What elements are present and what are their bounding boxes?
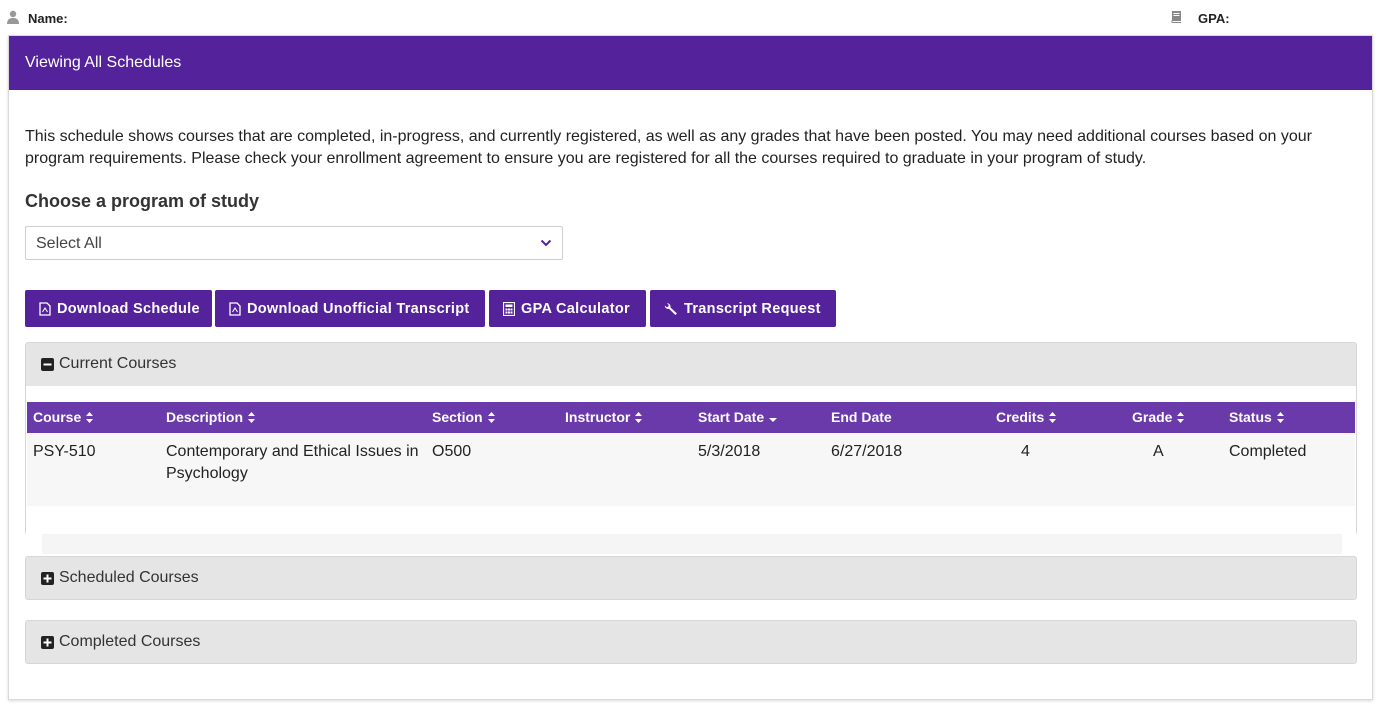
- program-select-value: Select All: [36, 235, 102, 252]
- pdf-icon: [39, 301, 51, 316]
- table-header: Course Description Section Instructor St…: [27, 402, 1355, 433]
- minus-square-icon: [41, 357, 54, 371]
- program-select-label: Choose a program of study: [25, 191, 260, 211]
- sort-icon: [86, 411, 94, 423]
- scheduled-courses-section: Scheduled Courses: [25, 556, 1357, 600]
- col-section[interactable]: Section: [432, 409, 495, 425]
- download-schedule-label: Download Schedule: [57, 300, 200, 317]
- name-label: Name:: [28, 11, 68, 26]
- download-schedule-button[interactable]: Download Schedule: [25, 290, 212, 327]
- current-courses-table: Course Description Section Instructor St…: [26, 385, 1356, 554]
- cell-description: Contemporary and Ethical Issues in Psych…: [166, 443, 419, 482]
- sort-icon: [1049, 411, 1057, 423]
- col-end-date[interactable]: End Date: [831, 409, 892, 425]
- col-start-date[interactable]: Start Date: [698, 409, 778, 425]
- col-course[interactable]: Course: [33, 409, 94, 425]
- cell-grade: A: [1153, 443, 1164, 460]
- schedules-panel: Viewing All Schedules This schedule show…: [8, 35, 1373, 700]
- download-transcript-button[interactable]: Download Unofficial Transcript: [215, 290, 485, 327]
- col-credits[interactable]: Credits: [996, 409, 1057, 425]
- top-bar: Name: GPA:: [0, 0, 1387, 35]
- gpa-label: GPA:: [1198, 11, 1230, 26]
- program-select[interactable]: Select All: [25, 226, 563, 260]
- completed-courses-section: Completed Courses: [25, 620, 1357, 664]
- completed-courses-title: Completed Courses: [59, 633, 201, 650]
- current-courses-title: Current Courses: [59, 355, 177, 372]
- plus-square-icon: [41, 571, 54, 585]
- transcript-request-label: Transcript Request: [684, 300, 821, 317]
- panel-title: Viewing All Schedules: [9, 36, 1372, 90]
- book-icon: [1171, 11, 1181, 23]
- col-status[interactable]: Status: [1229, 409, 1284, 425]
- gpa-calculator-button[interactable]: GPA Calculator: [489, 290, 646, 327]
- cell-credits: 4: [1021, 443, 1030, 460]
- col-grade[interactable]: Grade: [1132, 409, 1185, 425]
- gpa-calculator-label: GPA Calculator: [521, 300, 630, 317]
- download-transcript-label: Download Unofficial Transcript: [247, 300, 470, 317]
- cell-course: PSY-510: [33, 443, 96, 460]
- completed-courses-toggle[interactable]: Completed Courses: [26, 621, 1356, 663]
- scheduled-courses-toggle[interactable]: Scheduled Courses: [26, 557, 1356, 599]
- sort-icon: [487, 411, 495, 423]
- col-description[interactable]: Description: [166, 409, 256, 425]
- col-instructor[interactable]: Instructor: [565, 409, 643, 425]
- row-footer: [42, 534, 1342, 554]
- sort-icon: [1276, 411, 1284, 423]
- chevron-down-icon: [540, 239, 552, 247]
- current-courses-section: Current Courses Course Description Secti…: [25, 342, 1357, 554]
- table-row: PSY-510 Contemporary and Ethical Issues …: [27, 433, 1355, 554]
- plus-square-icon: [41, 635, 54, 649]
- calculator-icon: [503, 301, 515, 316]
- wrench-icon: [664, 302, 677, 315]
- sort-desc-icon: [769, 417, 778, 422]
- cell-status: Completed: [1229, 443, 1307, 460]
- sort-icon: [248, 411, 256, 423]
- scheduled-courses-title: Scheduled Courses: [59, 569, 199, 586]
- cell-end-date: 6/27/2018: [831, 443, 903, 460]
- pdf-icon: [229, 301, 241, 316]
- intro-text: This schedule shows courses that are com…: [25, 128, 1312, 167]
- sort-icon: [1177, 411, 1185, 423]
- cell-section: O500: [432, 443, 472, 460]
- transcript-request-button[interactable]: Transcript Request: [650, 290, 836, 327]
- cell-start-date: 5/3/2018: [698, 443, 761, 460]
- user-icon: [7, 10, 19, 24]
- current-courses-toggle[interactable]: Current Courses: [26, 343, 1356, 385]
- sort-icon: [635, 411, 643, 423]
